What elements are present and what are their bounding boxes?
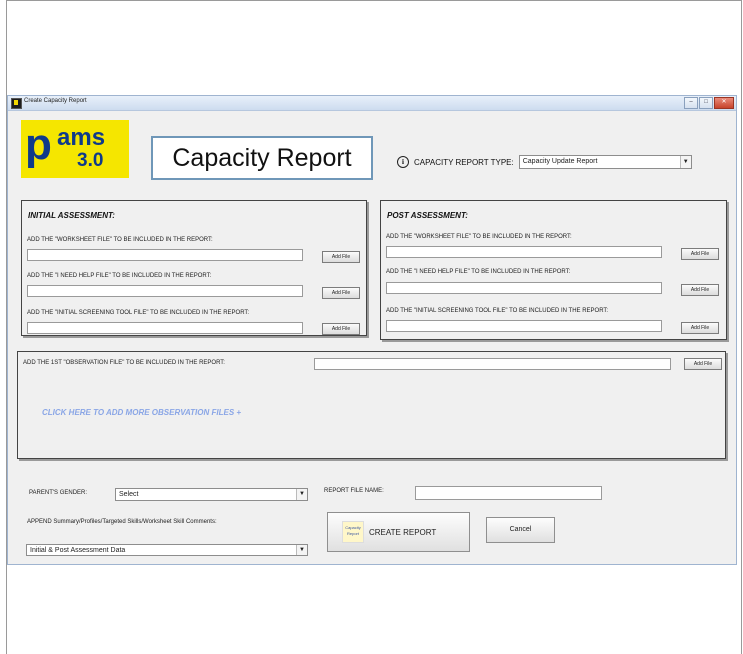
post-worksheet-add-button[interactable]: Add File [681, 248, 719, 260]
logo-text: ams [57, 124, 106, 151]
app-icon [11, 98, 22, 109]
post-help-input[interactable] [386, 282, 662, 294]
report-type-label: CAPACITY REPORT TYPE: [414, 157, 514, 167]
chevron-down-icon[interactable]: ▼ [679, 156, 691, 168]
initial-worksheet-add-button[interactable]: Add File [322, 251, 360, 263]
initial-help-input[interactable] [27, 285, 303, 297]
gender-select[interactable]: Select ▼ [115, 488, 308, 501]
report-type-select[interactable]: Capacity Update Report ▼ [518, 155, 692, 169]
observation-input[interactable] [314, 358, 671, 370]
gender-value: Select [119, 491, 139, 498]
initial-screening-add-button[interactable]: Add File [322, 323, 360, 335]
observation-panel: ADD THE 1ST "OBSERVATION FILE" TO BE INC… [17, 351, 726, 459]
observation-add-button[interactable]: Add File [684, 358, 722, 370]
report-type-row: i CAPACITY REPORT TYPE: Capacity Update … [397, 154, 692, 170]
create-report-label: CREATE REPORT [369, 527, 437, 537]
window-controls: – □ ✕ [684, 97, 734, 109]
chevron-down-icon[interactable]: ▼ [296, 489, 307, 500]
initial-assessment-panel: INITIAL ASSESSMENT: ADD THE "WORKSHEET F… [21, 200, 367, 336]
initial-assessment-title: INITIAL ASSESSMENT: [28, 211, 115, 220]
report-title: Capacity Report [151, 136, 373, 180]
logo-letter: p [25, 120, 52, 169]
initial-worksheet-input[interactable] [27, 249, 303, 261]
report-filename-input[interactable] [415, 486, 602, 500]
gender-label: PARENT'S GENDER: [29, 490, 88, 496]
create-capacity-report-window: Create Capacity Report – □ ✕ p ams 3.0 C… [7, 95, 737, 565]
initial-screening-input[interactable] [27, 322, 303, 334]
report-type-value: Capacity Update Report [522, 158, 598, 165]
initial-help-label: ADD THE "I NEED HELP FILE" TO BE INCLUDE… [27, 273, 212, 279]
cancel-button[interactable]: Cancel [486, 517, 555, 543]
initial-help-add-button[interactable]: Add File [322, 287, 360, 299]
post-worksheet-input[interactable] [386, 246, 662, 258]
post-help-add-button[interactable]: Add File [681, 284, 719, 296]
initial-screening-label: ADD THE "INITIAL SCREENING TOOL FILE" TO… [27, 310, 250, 316]
post-screening-label: ADD THE "INITIAL SCREENING TOOL FILE" TO… [386, 308, 609, 314]
minimize-icon[interactable]: – [684, 97, 698, 109]
maximize-icon[interactable]: □ [699, 97, 713, 109]
report-filename-label: REPORT FILE NAME: [324, 488, 384, 494]
post-assessment-panel: POST ASSESSMENT: ADD THE "WORKSHEET FILE… [380, 200, 727, 340]
post-help-label: ADD THE "I NEED HELP FILE" TO BE INCLUDE… [386, 269, 571, 275]
append-value: Initial & Post Assessment Data [30, 547, 126, 554]
observation-label: ADD THE 1ST "OBSERVATION FILE" TO BE INC… [23, 360, 225, 366]
info-icon[interactable]: i [397, 156, 409, 168]
title-bar[interactable]: Create Capacity Report – □ ✕ [8, 96, 736, 111]
create-report-button[interactable]: Capacity Report CREATE REPORT [327, 512, 470, 552]
post-screening-add-button[interactable]: Add File [681, 322, 719, 334]
pams-logo: p ams 3.0 [21, 120, 129, 178]
close-icon[interactable]: ✕ [714, 97, 734, 109]
chevron-down-icon[interactable]: ▼ [296, 545, 307, 555]
post-assessment-title: POST ASSESSMENT: [387, 211, 468, 220]
post-worksheet-label: ADD THE "WORKSHEET FILE" TO BE INCLUDED … [386, 234, 572, 240]
add-more-observations-link[interactable]: CLICK HERE TO ADD MORE OBSERVATION FILES… [42, 408, 241, 417]
report-icon: Capacity Report [342, 521, 364, 543]
post-screening-input[interactable] [386, 320, 662, 332]
append-label: APPEND Summary/Profiles/Targeted Skills/… [27, 519, 217, 525]
append-select[interactable]: Initial & Post Assessment Data ▼ [26, 544, 308, 556]
initial-worksheet-label: ADD THE "WORKSHEET FILE" TO BE INCLUDED … [27, 237, 213, 243]
logo-version: 3.0 [77, 150, 104, 171]
window-title: Create Capacity Report [24, 98, 87, 104]
